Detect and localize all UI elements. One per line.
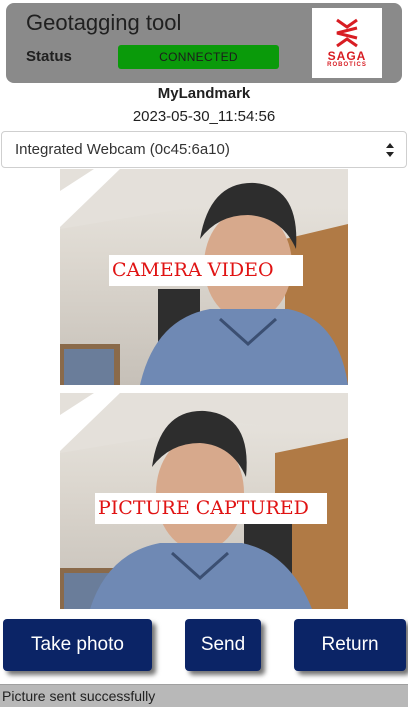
send-button[interactable]: Send [185, 619, 261, 671]
camera-select[interactable]: Integrated Webcam (0c45:6a10) [1, 131, 407, 168]
status-bar: Picture sent successfully [0, 684, 408, 707]
landmark-name: MyLandmark [157, 85, 251, 102]
logo-brand-text: SAGA [327, 48, 367, 63]
select-arrows-icon [386, 143, 394, 157]
landmark-timestamp: 2023-05-30_11:54:56 [132, 108, 276, 125]
status-label: Status [26, 48, 72, 65]
saga-logo-mark-icon [336, 18, 358, 47]
status-badge: CONNECTED [118, 45, 279, 69]
status-message: Picture sent successfully [2, 688, 156, 704]
camera-video-feed: CAMERA VIDEO [60, 169, 348, 385]
take-photo-button[interactable]: Take photo [3, 619, 152, 671]
camera-select-value: Integrated Webcam (0c45:6a10) [15, 141, 230, 158]
picture-captured-label: PICTURE CAPTURED [95, 493, 327, 524]
camera-video-label: CAMERA VIDEO [109, 255, 303, 286]
logo-sub-text: ROBOTICS [327, 61, 367, 68]
saga-robotics-logo: SAGA ROBOTICS [312, 8, 382, 78]
app-header: Geotagging tool Status CONNECTED SAGA RO… [6, 3, 402, 83]
return-button[interactable]: Return [294, 619, 406, 671]
captured-picture: PICTURE CAPTURED [60, 393, 348, 609]
app-title: Geotagging tool [26, 10, 182, 35]
